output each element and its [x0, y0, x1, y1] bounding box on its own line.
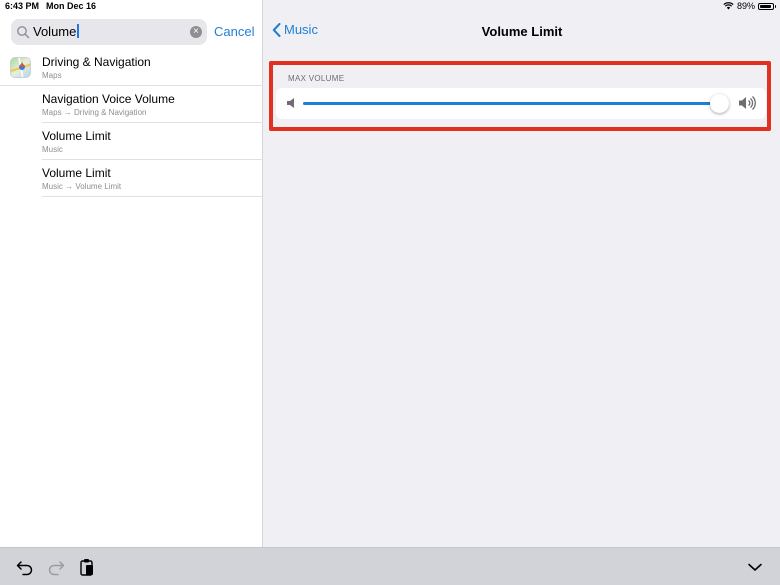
- search-row: Volume × Cancel: [0, 17, 263, 47]
- result-title: Navigation Voice Volume: [42, 92, 175, 106]
- result-subtitle: Music → Volume Limit: [42, 182, 122, 191]
- page-title: Volume Limit: [481, 24, 563, 39]
- result-title: Volume Limit: [42, 166, 111, 180]
- maps-icon: [10, 57, 31, 78]
- chevron-down-icon[interactable]: [746, 558, 764, 576]
- battery-percent: 89%: [736, 1, 755, 11]
- battery-fill: [760, 4, 771, 8]
- search-icon: [17, 26, 30, 39]
- navigation-bar: Music Volume Limit: [264, 13, 780, 50]
- search-input[interactable]: Volume ×: [11, 19, 207, 45]
- search-results: Driving & Navigation Maps Navigation Voi…: [0, 49, 263, 197]
- cancel-button[interactable]: Cancel: [214, 24, 254, 39]
- settings-screen: 6:43 PM Mon Dec 16 89% Volume × Cancel D…: [0, 0, 780, 585]
- redo-icon[interactable]: [47, 558, 65, 576]
- status-time: 6:43 PM: [5, 1, 40, 11]
- status-date: Mon Dec 16: [46, 1, 97, 11]
- status-bar: 6:43 PM Mon Dec 16 89%: [0, 0, 780, 13]
- list-item[interactable]: Volume Limit Music: [0, 123, 263, 160]
- list-item[interactable]: Navigation Voice Volume Maps → Driving &…: [0, 86, 263, 123]
- status-indicators: 89%: [723, 1, 776, 11]
- search-value: Volume: [33, 24, 79, 39]
- divider: [42, 196, 263, 197]
- clear-icon[interactable]: ×: [190, 26, 202, 38]
- paste-icon[interactable]: [78, 558, 96, 576]
- result-title: Volume Limit: [42, 129, 111, 143]
- search-pane: Volume × Cancel Driving & Navigation Map…: [0, 0, 263, 547]
- result-subtitle: Maps: [42, 71, 62, 80]
- wifi-icon: [723, 2, 734, 10]
- result-title: Driving & Navigation: [42, 55, 151, 69]
- detail-pane: Music Volume Limit MAX VOLUME: [264, 13, 780, 547]
- shortcut-bar: [0, 547, 780, 585]
- text-caret: [77, 24, 79, 38]
- list-item[interactable]: Driving & Navigation Maps: [0, 49, 263, 86]
- search-text: Volume: [33, 24, 77, 39]
- result-subtitle: Music: [42, 145, 63, 154]
- result-subtitle: Maps → Driving & Navigation: [42, 108, 147, 117]
- highlight-annotation: [269, 61, 771, 131]
- list-item[interactable]: Volume Limit Music → Volume Limit: [0, 160, 263, 197]
- battery-icon: [758, 2, 776, 10]
- undo-icon[interactable]: [16, 558, 34, 576]
